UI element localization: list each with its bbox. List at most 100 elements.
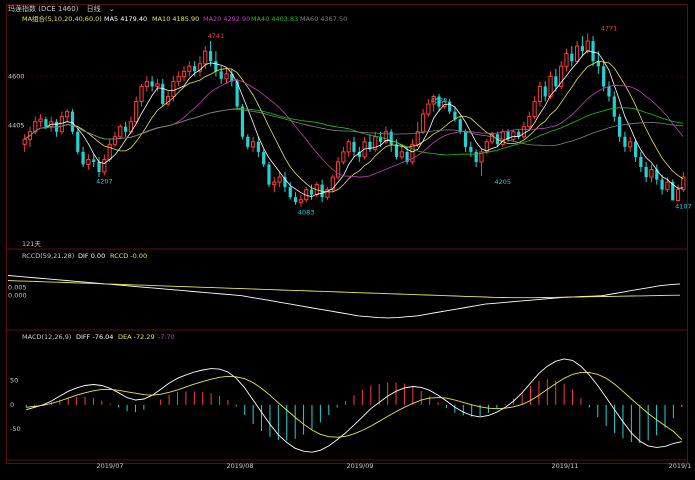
ma10-label: MA10 4185.90: [152, 15, 199, 23]
candle-body: [639, 156, 643, 167]
candle-body: [564, 53, 569, 67]
candle-body: [76, 131, 80, 152]
candle-body: [86, 158, 91, 165]
rccd-rccd-line: [7, 280, 681, 299]
candle-body: [448, 101, 452, 112]
candle-body: [219, 71, 223, 79]
candle-body: [554, 76, 558, 87]
price-annotation: 4107: [675, 202, 692, 210]
candle-body: [262, 151, 266, 165]
candle-body: [250, 141, 256, 148]
candle-body: [458, 119, 462, 132]
candle-body: [193, 66, 197, 72]
candle-body: [612, 96, 616, 117]
candle-body: [38, 118, 43, 123]
candle-body: [352, 141, 356, 152]
candle-body: [102, 158, 107, 173]
candle-body: [92, 159, 96, 162]
price-annotation: 4741: [208, 32, 225, 40]
candle-body: [65, 111, 70, 118]
macd-y-tick-label: 50: [10, 377, 18, 385]
ma5-label: MA5 4179.40: [104, 15, 147, 23]
x-tick-label: 2019/1: [669, 462, 692, 470]
candle-body: [81, 151, 85, 165]
candle-body: [521, 126, 527, 138]
candle-body: [575, 45, 580, 62]
candle-body: [346, 141, 351, 153]
candle-body: [288, 187, 292, 198]
candle-body: [469, 146, 473, 152]
candle-body: [474, 151, 478, 162]
macd-panel: 50 0 -50: [10, 358, 683, 453]
macd-dea-label: DEA -72.29: [118, 333, 155, 341]
candle-body: [580, 46, 585, 52]
candle-body: [187, 65, 192, 72]
candle-body: [463, 131, 468, 147]
candle-body: [511, 131, 516, 140]
candle-body: [623, 136, 627, 147]
candle-body: [293, 197, 298, 203]
candle-body: [277, 176, 282, 183]
y-tick-label: 4600: [8, 72, 25, 80]
candle-body: [107, 143, 112, 160]
macd-y-tick-label: -50: [10, 425, 21, 433]
candle-body: [44, 119, 48, 127]
ma60-label: MA60 4367.50: [300, 15, 347, 23]
candle-body: [267, 164, 271, 185]
candle-body: [602, 66, 606, 87]
candle-body: [203, 50, 208, 65]
volume-days-label: 121天: [22, 240, 41, 248]
candle-body: [335, 161, 341, 178]
candle-body: [181, 70, 187, 77]
candle-body: [341, 151, 346, 163]
ma5-line: [24, 50, 684, 198]
candlestick-panel: 4600 4405 4741 4207 4083 4528 4205 4771 4107: [6, 24, 692, 217]
candle-body: [112, 136, 118, 145]
macd-name-label: MACD(12,26,9): [22, 333, 71, 341]
macd-diff-line: [26, 358, 682, 453]
candle-body: [527, 116, 532, 128]
ma20-label: MA20 4292.90: [203, 15, 250, 23]
x-axis: 2019/07 2019/08 2019/09 2019/11 2019/1: [96, 462, 691, 470]
candle-body: [415, 131, 420, 145]
macd-value-label: -7.70: [158, 333, 175, 341]
rccd-dif-label: DIF 0.00: [78, 252, 105, 260]
rccd-y-tick-label: 0.000: [8, 292, 27, 300]
candle-body: [394, 144, 399, 157]
candle-body: [298, 199, 303, 203]
price-annotation: 4083: [298, 209, 315, 217]
candle-body: [570, 53, 574, 62]
candle-body: [660, 179, 664, 190]
price-annotation: 4207: [96, 177, 113, 185]
price-annotation: 4771: [601, 24, 618, 32]
candle-body: [585, 40, 590, 52]
x-tick-label: 2019/07: [96, 462, 123, 470]
candle-body: [537, 85, 543, 103]
candle-body: [426, 103, 431, 115]
candle-body: [123, 126, 128, 132]
rccd-name-label: RCCD(59,21,28): [22, 252, 74, 260]
candle-body: [675, 189, 681, 201]
candle-body: [309, 189, 314, 195]
candle-body: [208, 51, 213, 62]
candle-body: [246, 136, 250, 147]
candle-body: [22, 138, 27, 145]
ma20-line: [24, 79, 684, 178]
candle-body: [139, 85, 144, 103]
rccd-rccd-label: RCCD -0.00: [110, 252, 147, 260]
candle-body: [224, 73, 229, 80]
candle-body: [399, 151, 404, 158]
macd-diff-label: DIFF -76.04: [76, 333, 113, 341]
chart-root: { "header": { "instrument": "玛莲指数 (DCE 1…: [0, 0, 695, 480]
candle-body: [607, 86, 611, 97]
rccd-y-tick-label: 0.005: [8, 283, 27, 291]
candle-body: [628, 141, 633, 148]
candle-body: [54, 121, 59, 132]
candle-body: [176, 75, 181, 82]
candle-body: [410, 143, 415, 163]
candle-body: [633, 141, 638, 157]
candle-body: [644, 166, 648, 178]
candle-body: [618, 116, 622, 137]
x-tick-label: 2019/09: [346, 462, 373, 470]
candle-body: [150, 81, 154, 87]
